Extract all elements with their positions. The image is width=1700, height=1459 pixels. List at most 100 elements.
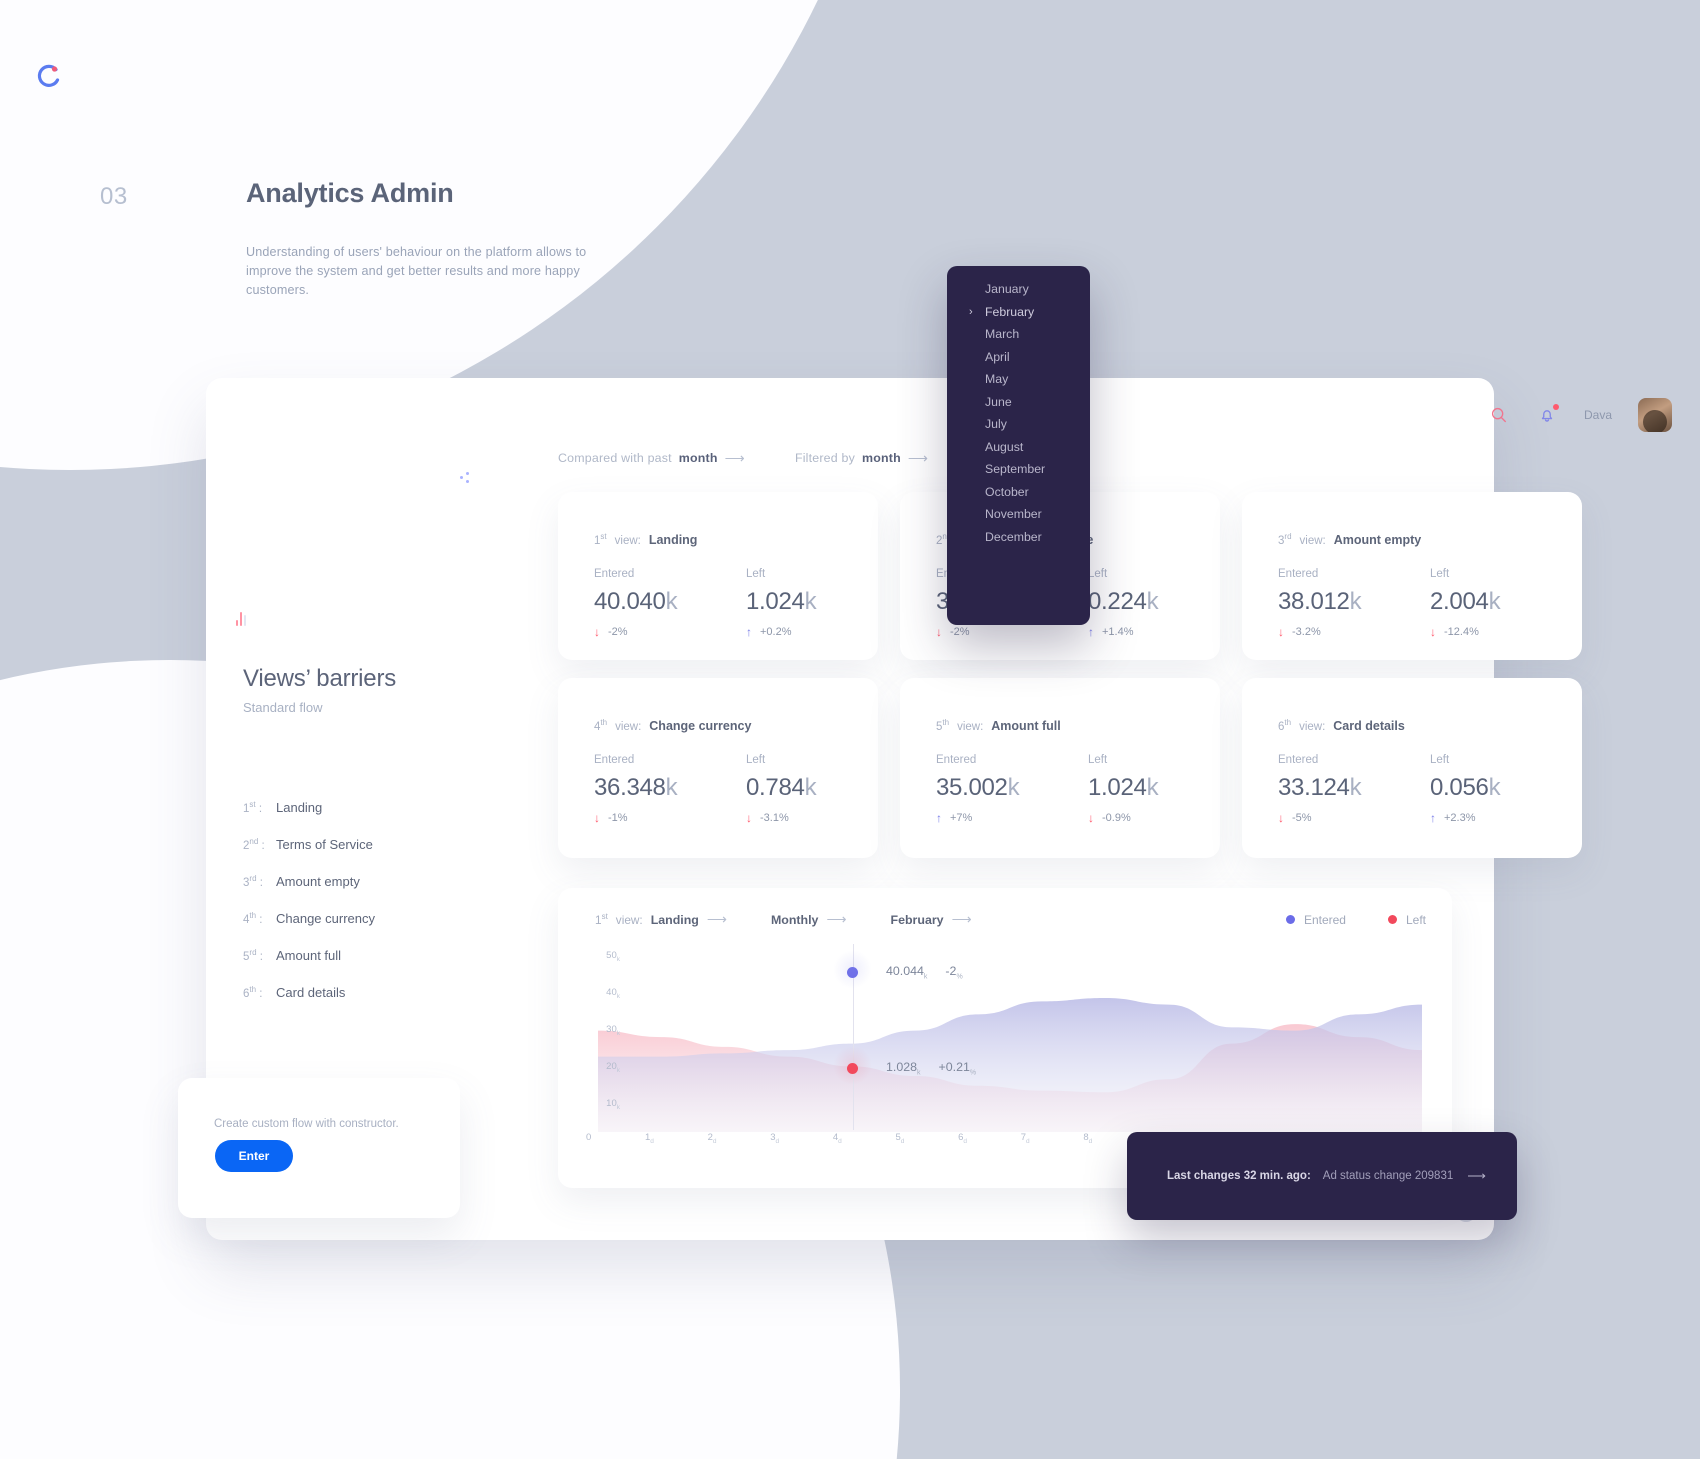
stat-metric-delta: ↓ -0.9% [1088, 812, 1240, 824]
flow-item-name: Landing [276, 800, 323, 815]
arrow-down-icon: ↓ [1278, 811, 1284, 825]
chart-period-selector[interactable]: Monthly ⟶ [771, 912, 847, 927]
flow-item-name: Change currency [276, 911, 375, 926]
month-option-october[interactable]: October [947, 481, 1090, 504]
chart-tooltip-entered: 40.044k -2% [833, 950, 963, 989]
stat-card[interactable]: 3rd view: Amount empty Entered 38.012k ↓ -3.2%… [1242, 492, 1582, 660]
legend-item-entered[interactable]: Entered [1285, 913, 1346, 927]
arrow-right-icon: ⟶ [706, 911, 727, 927]
stat-metric-label: Left [746, 568, 766, 580]
stat-metric-label: Left [1430, 568, 1450, 580]
compare-filter-label: Compared with past [558, 451, 672, 465]
arrow-down-icon: ↓ [1088, 811, 1094, 825]
header-actions: Dava [1488, 398, 1672, 432]
stat-card[interactable]: 6th view: Card details Entered 33.124k ↓ -5% Le… [1242, 678, 1582, 858]
stat-card-metrics: Entered 38.012k ↓ -3.2% Left 2.004k ↓ -12.4% [1278, 568, 1582, 638]
legend-dot [1285, 915, 1295, 924]
chart-view-selector[interactable]: 1st view: Landing ⟶ [595, 912, 727, 927]
tooltip-value-left: 1.028k [886, 1060, 921, 1077]
stat-metric-delta: ↑ +1.4% [1088, 626, 1240, 638]
stat-metric-delta-text: -0.9% [1102, 812, 1131, 824]
page-number: 03 [100, 183, 128, 210]
stat-card[interactable]: 1st view: Landing Entered 40.040k ↓ -2% Left 1.0… [558, 492, 878, 660]
month-dropdown[interactable]: January › February March April May June July Aug… [947, 266, 1090, 625]
arrow-up-icon: ↑ [746, 625, 752, 639]
month-option-march[interactable]: March [947, 323, 1090, 346]
stat-metric-delta: ↑ +7% [936, 812, 1088, 824]
month-option-label: August [985, 439, 1024, 454]
flow-item-ordinal: 1st : [243, 800, 263, 815]
stat-card-view-name: Amount empty [1333, 532, 1422, 547]
page-title: Analytics Admin [246, 178, 454, 208]
stat-card-metrics: Entered 33.124k ↓ -5% Left 0.056k ↑ +2.3% [1278, 754, 1582, 824]
month-option-september[interactable]: September [947, 458, 1090, 481]
chart-month-selector[interactable]: February ⟶ [891, 912, 972, 927]
stat-metric-value: 1.024k [746, 588, 817, 615]
stat-metric-unit: k [804, 588, 817, 615]
stat-metric-delta-text: -2% [950, 626, 970, 638]
month-option-december[interactable]: December [947, 526, 1090, 549]
arrow-up-icon: ↑ [1430, 811, 1436, 825]
brand-logo-icon[interactable] [36, 63, 62, 89]
filtered-by-filter[interactable]: Filtered by month ⟶ [795, 451, 928, 465]
search-icon[interactable] [1488, 404, 1510, 426]
stat-card-ordinal: 5th [936, 718, 950, 733]
bars-icon [236, 608, 246, 626]
flow-list-item[interactable]: 3rd : Amount empty [243, 874, 503, 889]
arrow-down-icon: ↓ [594, 811, 600, 825]
month-option-may[interactable]: May [947, 368, 1090, 391]
month-option-july[interactable]: July [947, 413, 1090, 436]
chart-view-name: Landing [650, 913, 699, 927]
avatar[interactable] [1638, 398, 1672, 432]
stat-metric-delta-text: -2% [608, 626, 628, 638]
flow-list-item[interactable]: 2nd : Terms of Service [243, 837, 503, 852]
flow-list-item[interactable]: 4th : Change currency [243, 911, 503, 926]
flow-list-item[interactable]: 5rd : Amount full [243, 948, 503, 963]
user-name: Dava [1583, 408, 1612, 422]
stat-metric: Left 1.024k ↑ +0.2% [746, 568, 898, 638]
stat-metric-delta-text: +7% [950, 812, 973, 824]
flow-item-name: Amount full [276, 948, 342, 963]
y-axis-tick: 40k [606, 987, 620, 1000]
enter-button[interactable]: Enter [215, 1140, 293, 1172]
month-option-january[interactable]: January [947, 278, 1090, 301]
flow-item-ordinal: 2nd : [243, 837, 265, 852]
month-option-label: February [985, 304, 1035, 319]
stat-metric-delta-text: +0.2% [760, 626, 792, 638]
stat-metric-unit: k [1146, 588, 1159, 615]
month-option-august[interactable]: August [947, 436, 1090, 459]
stat-card[interactable]: 5th view: Amount full Entered 35.002k ↑ +7% Lef… [900, 678, 1220, 858]
stat-metric-delta: ↓ -5% [1278, 812, 1430, 824]
compare-filter[interactable]: Compared with past month ⟶ [558, 451, 745, 465]
month-option-label: May [985, 372, 1009, 387]
flow-list-item[interactable]: 6th : Card details [243, 985, 503, 1000]
bell-icon[interactable] [1536, 404, 1559, 426]
month-option-label: July [985, 417, 1007, 432]
y-axis-tick: 50k [606, 950, 620, 963]
month-option-label: November [985, 507, 1042, 522]
stat-metric-unit: k [1349, 774, 1362, 801]
month-option-april[interactable]: April [947, 346, 1090, 369]
stat-card[interactable]: 4th view: Change currency Entered 36.348k ↓ -1… [558, 678, 878, 858]
stat-card-title: 4th view: Change currency [594, 718, 751, 733]
last-changes-bar[interactable]: Last changes 32 min. ago: Ad status chan… [1127, 1132, 1517, 1220]
month-option-june[interactable]: June [947, 391, 1090, 414]
stat-metric-value: 0.056k [1430, 774, 1501, 801]
month-option-february[interactable]: › February [947, 301, 1090, 324]
stat-metric-label: Entered [1278, 568, 1319, 580]
stat-card-ordinal: 6th [1278, 718, 1292, 733]
stat-card-view-word: view: [1299, 534, 1326, 547]
stat-metric-value: 36.348k [594, 774, 678, 801]
stat-metric-delta-text: +2.3% [1444, 812, 1476, 824]
tooltip-value-entered: 40.044k [886, 964, 928, 981]
flow-list-item[interactable]: 1st : Landing [243, 800, 503, 815]
month-option-november[interactable]: November [947, 503, 1090, 526]
month-option-label: January [985, 282, 1029, 297]
stat-metric-value: 2.004k [1430, 588, 1501, 615]
flow-item-name: Card details [276, 985, 346, 1000]
legend-item-left[interactable]: Left [1387, 913, 1426, 927]
stat-metric-label: Entered [1278, 754, 1319, 766]
stat-metric: Entered 40.040k ↓ -2% [594, 568, 746, 638]
stat-metric: Entered 35.002k ↑ +7% [936, 754, 1088, 824]
stat-card-view-name: Landing [648, 532, 698, 547]
